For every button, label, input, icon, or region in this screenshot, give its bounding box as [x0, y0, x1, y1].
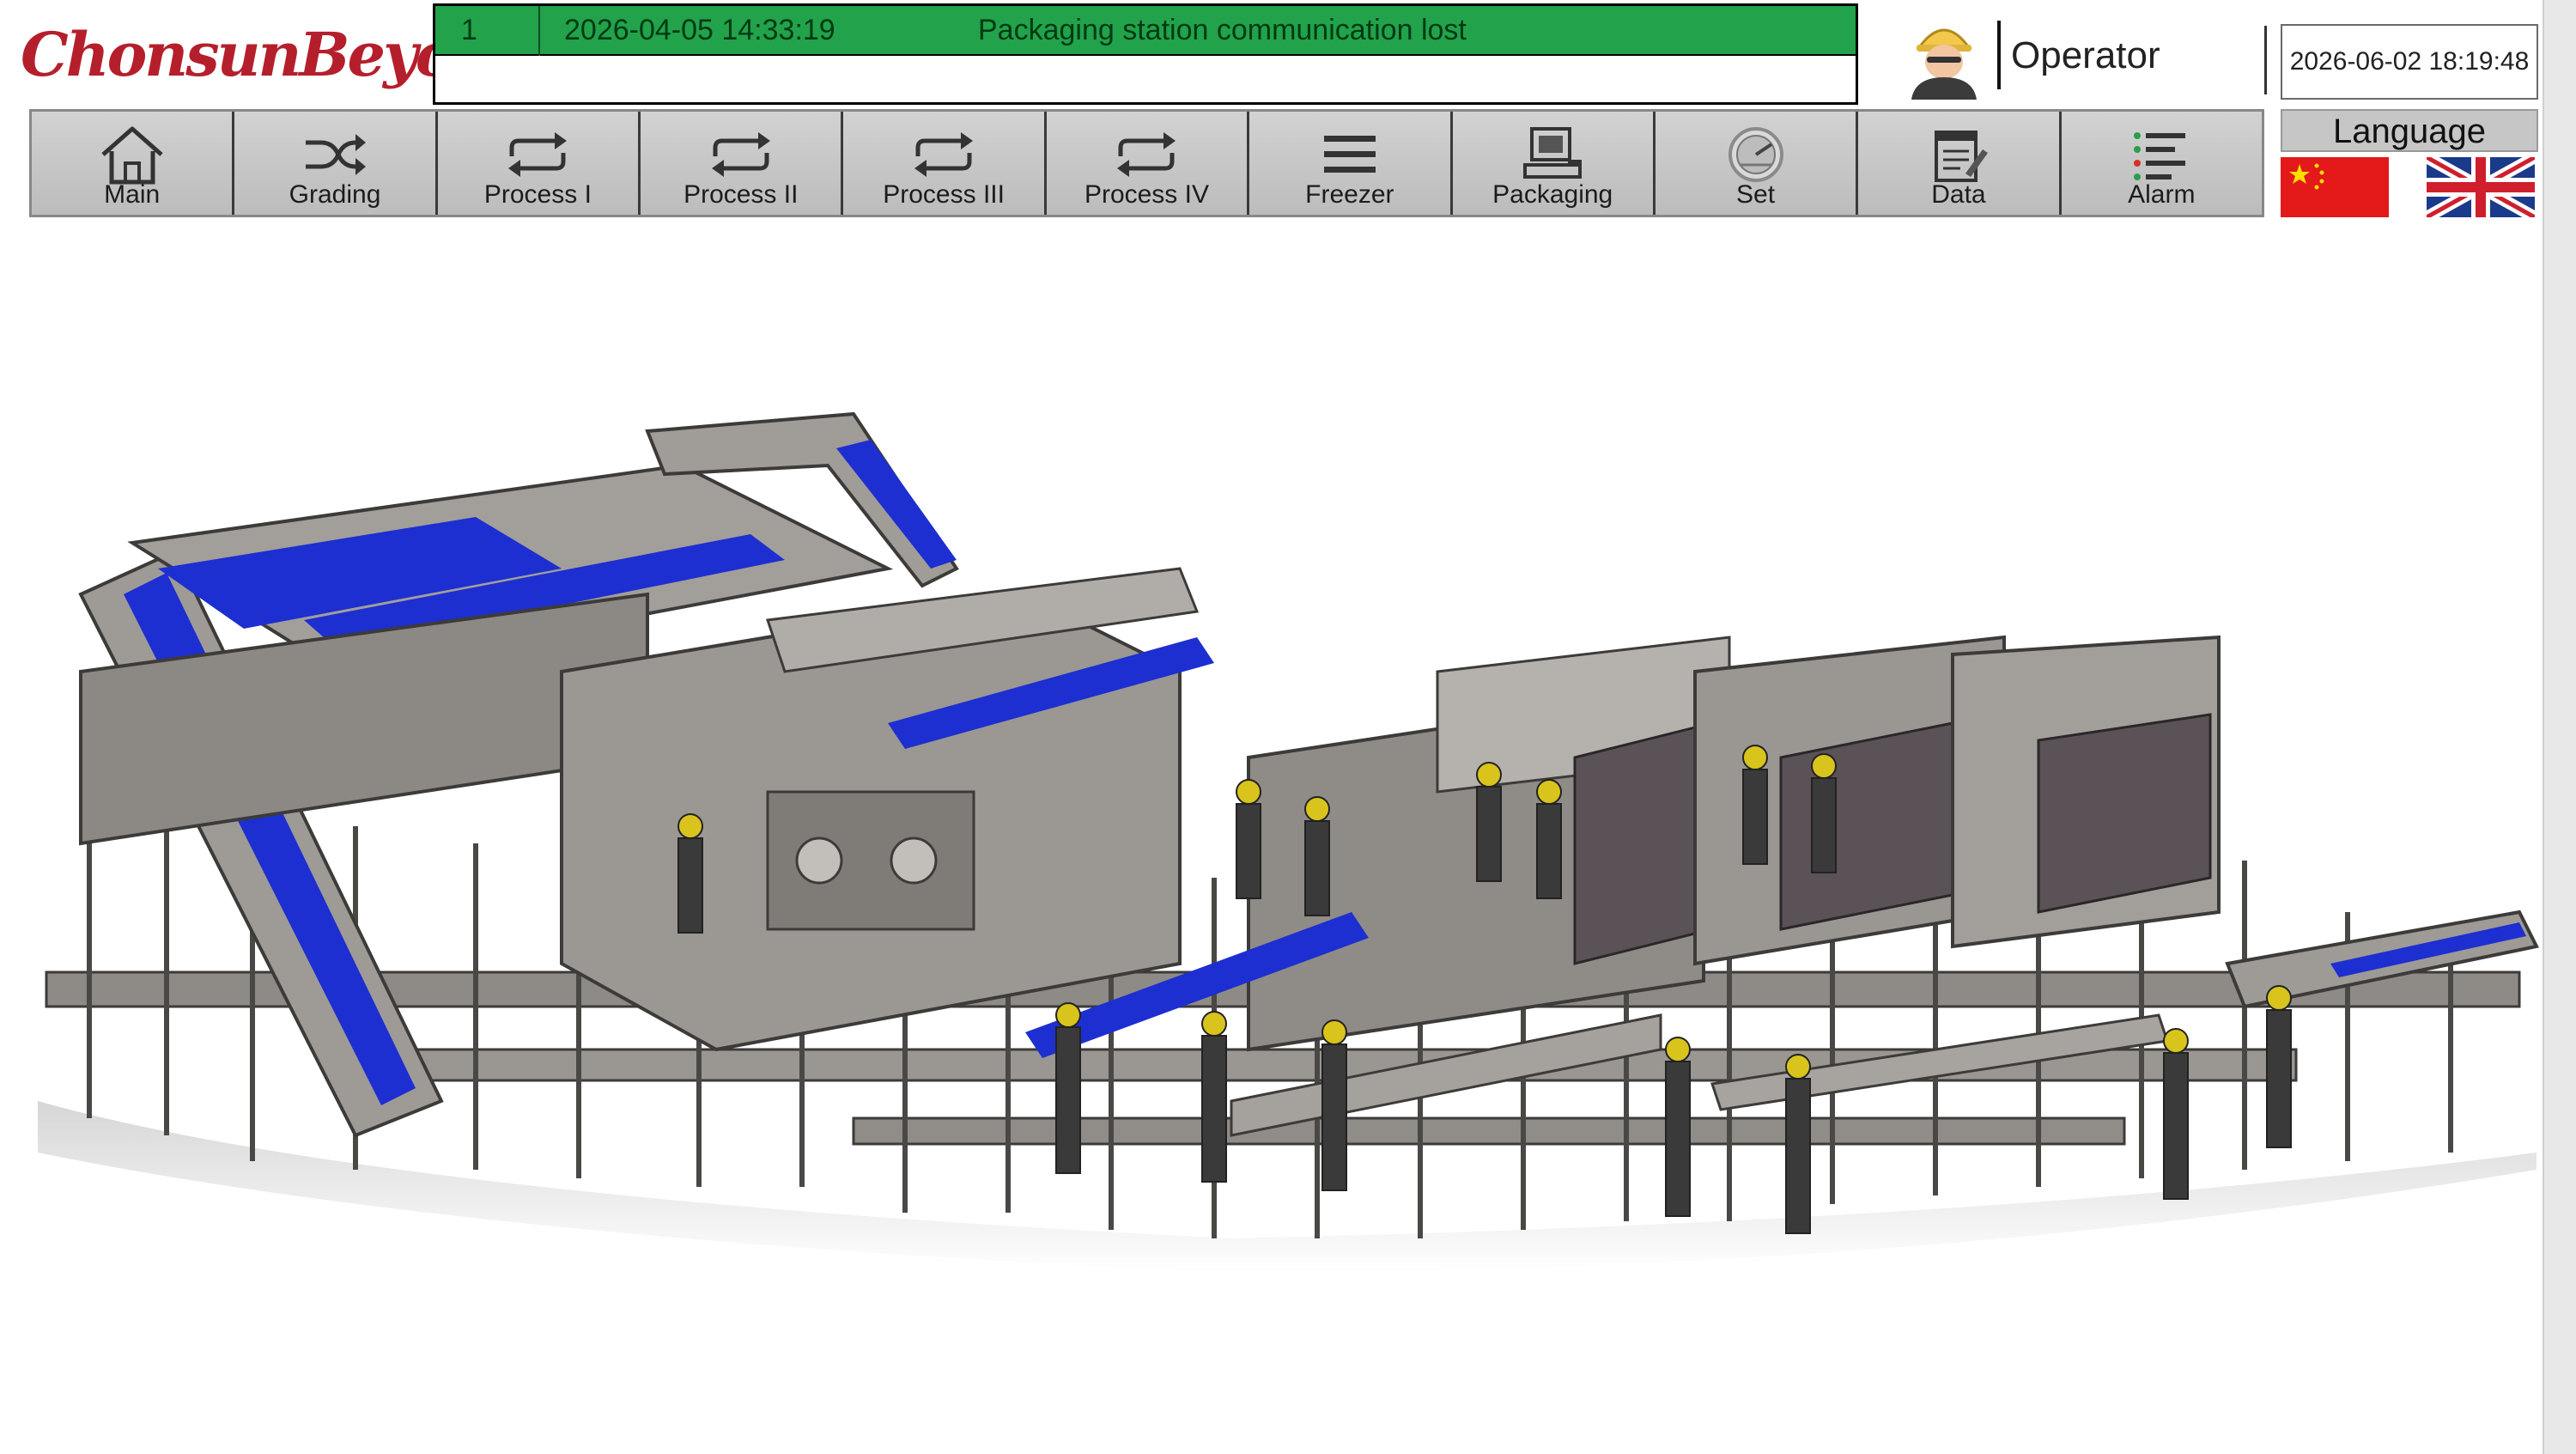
menu-lines-icon — [1323, 136, 1376, 173]
nav-label: Process II — [683, 180, 799, 209]
repeat-icon — [914, 132, 974, 177]
header-separator — [2264, 26, 2267, 94]
alarm-list-icon — [2134, 132, 2186, 180]
nav-process-1-button[interactable]: Process I — [437, 112, 641, 215]
nav-label: Main — [104, 180, 161, 209]
nav-alarm-button[interactable]: Alarm — [2061, 112, 2262, 215]
nav-label: Process I — [483, 180, 592, 209]
nav-set-button[interactable]: Set — [1655, 112, 1859, 215]
nav-label: Data — [1931, 180, 1986, 209]
nav-process-4-button[interactable]: Process IV — [1046, 112, 1250, 215]
language-title: Language — [2281, 109, 2538, 152]
uk-flag-icon[interactable] — [2427, 157, 2535, 217]
active-alarm-row[interactable]: 1 2026-04-05 14:33:19 Packaging station … — [435, 6, 1856, 56]
repeat-icon — [1117, 132, 1176, 177]
language-panel: Language — [2281, 109, 2538, 217]
nav-data-button[interactable]: Data — [1858, 112, 2062, 215]
china-flag-icon[interactable] — [2281, 157, 2389, 217]
header-bar: ChonsunBeyond 1 2026-04-05 14:33:19 Pack… — [0, 0, 2576, 107]
repeat-icon — [508, 132, 568, 177]
main-view — [29, 225, 2545, 1454]
nav-process-2-button[interactable]: Process II — [641, 112, 844, 215]
nav-grading-button[interactable]: Grading — [234, 112, 438, 215]
shuffle-icon — [306, 134, 367, 175]
system-datetime: 2026-06-02 18:19:48 — [2281, 24, 2538, 100]
nav-label: Freezer — [1305, 180, 1394, 209]
nav-label: Alarm — [2128, 180, 2196, 209]
nav-process-3-button[interactable]: Process III — [843, 112, 1047, 215]
alarm-banner[interactable]: 1 2026-04-05 14:33:19 Packaging station … — [433, 3, 1858, 105]
user-role: Operator — [2011, 34, 2160, 76]
dial-icon — [1728, 127, 1783, 182]
nav-label: Packaging — [1492, 180, 1613, 209]
scale-icon — [1523, 127, 1583, 179]
nav-packaging-button[interactable]: Packaging — [1452, 112, 1656, 215]
processing-line-3d-model — [38, 411, 2539, 1273]
user-divider — [1997, 21, 2001, 89]
alarm-timestamp: 2026-04-05 14:33:19 — [564, 14, 835, 46]
notepad-icon — [1934, 131, 1988, 182]
worker-avatar-icon[interactable] — [1901, 14, 1987, 100]
alarm-column-divider — [538, 6, 540, 56]
right-edge-strip — [2543, 0, 2576, 1454]
nav-label: Process IV — [1084, 180, 1209, 209]
nav-label: Set — [1736, 180, 1776, 209]
nav-freezer-button[interactable]: Freezer — [1249, 112, 1453, 215]
alarm-message: Packaging station communication lost — [978, 14, 1467, 46]
user-area[interactable]: Operator — [1889, 3, 2267, 105]
company-logo: ChonsunBeyond — [21, 19, 536, 90]
nav-main-button[interactable]: Main — [32, 112, 235, 215]
repeat-icon — [711, 132, 770, 177]
home-icon — [101, 126, 163, 185]
main-navigation: Main Grading Process I Process II Proces… — [29, 109, 2264, 217]
nav-label: Grading — [289, 180, 381, 209]
alarm-id: 1 — [461, 14, 477, 46]
nav-label: Process III — [883, 180, 1005, 209]
